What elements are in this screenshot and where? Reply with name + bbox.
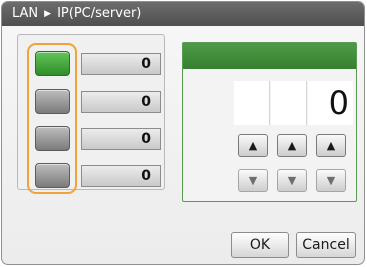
octet-3-value: 0 [81, 128, 161, 150]
title-section: LAN [12, 6, 39, 21]
editor-header [183, 43, 356, 69]
digit-hundreds [234, 81, 270, 125]
digit-tens [271, 81, 307, 125]
octet-4-value: 0 [81, 165, 161, 187]
tens-down-arrow-button[interactable]: ▼ [277, 169, 307, 192]
value-editor-panel: 0 ▲ ▲ ▲ ▼ ▼ ▼ [182, 42, 357, 202]
breadcrumb-arrow-icon: ▶ [44, 9, 52, 19]
octet-2-select-button[interactable] [35, 89, 70, 114]
octet-2-value: 0 [81, 91, 161, 113]
ones-up-arrow-button[interactable]: ▲ [316, 134, 346, 157]
cancel-button[interactable]: Cancel [296, 232, 356, 258]
title-bar: LAN ▶ IP(PC/server) [2, 2, 364, 26]
hundreds-down-arrow-button[interactable]: ▼ [238, 169, 268, 192]
octet-3-select-button[interactable] [35, 126, 70, 151]
tens-up-arrow-button[interactable]: ▲ [277, 134, 307, 157]
octet-1-select-button[interactable] [35, 51, 70, 76]
octet-1-value: 0 [81, 53, 161, 75]
title-page: IP(PC/server) [57, 6, 142, 21]
hundreds-up-arrow-button[interactable]: ▲ [238, 134, 268, 157]
digit-ones: 0 [308, 81, 353, 125]
ok-button[interactable]: OK [231, 232, 289, 258]
ones-down-arrow-button[interactable]: ▼ [316, 169, 346, 192]
octet-4-select-button[interactable] [35, 163, 70, 188]
